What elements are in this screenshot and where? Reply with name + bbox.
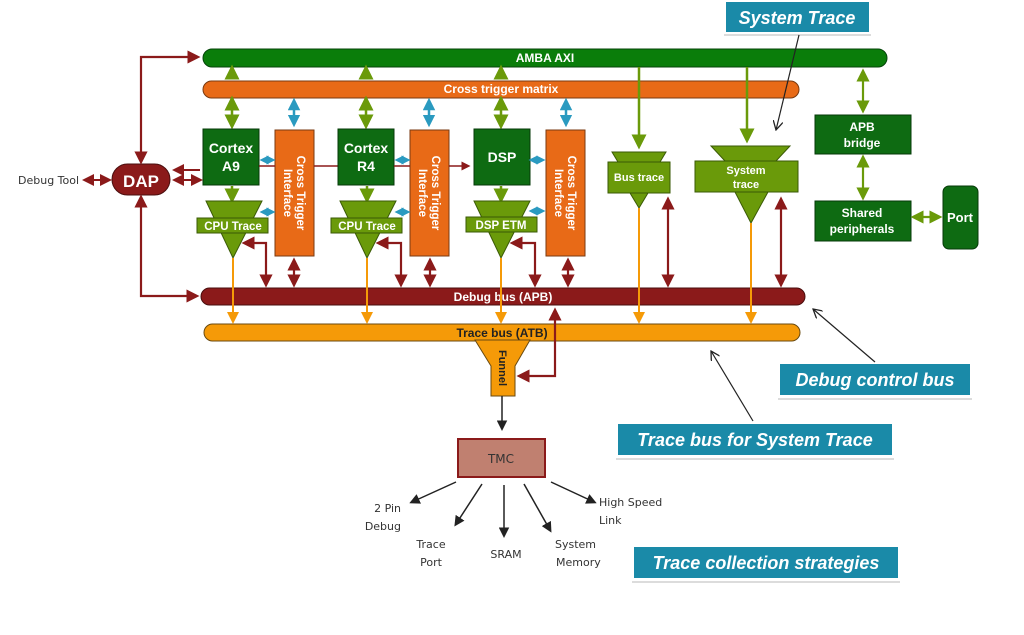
callout-trace-collection-text: Trace collection strategies (653, 553, 880, 573)
dap-label: DAP (123, 172, 159, 191)
callout-debug-control-bus-text: Debug control bus (796, 370, 955, 390)
apb-bridge-label-2: bridge (844, 136, 881, 150)
cti-r4-label-1: Cross Trigger (429, 156, 441, 231)
bus-trace-column: Bus trace (607, 67, 675, 324)
cortex-a9-label-2: A9 (222, 158, 240, 174)
cti-a9-label-1: Cross Trigger (294, 156, 306, 231)
cortex-r4-label-1: Cortex (344, 140, 389, 156)
callout-trace-bus-system-text: Trace bus for System Trace (637, 430, 872, 450)
port-label: Port (947, 210, 974, 225)
tmc-out-sysmem-1: System (555, 538, 596, 551)
dsp-label: DSP (488, 149, 517, 165)
shared-peripherals-label-2: peripherals (830, 222, 895, 236)
cpu-trace-r4-label: CPU Trace (338, 221, 396, 233)
system-trace-label-1: System (726, 165, 765, 177)
tmc-out-traceport-1: Trace (415, 538, 445, 551)
amba-axi-label: AMBA AXI (516, 51, 574, 65)
dap-block: DAP (111, 163, 171, 196)
dsp-etm-label: DSP ETM (476, 220, 527, 232)
tmc-out-2pin-1: 2 Pin (374, 502, 401, 515)
tmc-out-traceport-2: Port (420, 556, 442, 569)
core-column-a9: Cortex A9 CPU Trace Cross Trigger Interf… (196, 64, 315, 324)
cpu-trace-a9-label: CPU Trace (204, 221, 262, 233)
cti-dsp-label-2: Interface (552, 169, 564, 217)
debug-bus-label: Debug bus (APB) (454, 290, 553, 304)
cti-r4-label-2: Interface (416, 169, 428, 217)
tmc-label: TMC (487, 452, 514, 466)
callout-system-trace-text: System Trace (739, 8, 856, 28)
amba-axi-bus: AMBA AXI (202, 48, 888, 68)
bus-trace-label: Bus trace (614, 172, 664, 184)
cross-trigger-matrix-bus: Cross trigger matrix (202, 80, 800, 99)
callout-debug-control-bus: Debug control bus (778, 309, 972, 400)
trace-architecture-diagram: AMBA AXI Cross trigger matrix Debug bus … (18, 2, 979, 583)
tmc-out-highspeed-1: High Speed (599, 496, 662, 509)
core-column-dsp: DSP DSP ETM Cross Trigger Interface (465, 64, 586, 324)
cortex-r4-block (337, 128, 395, 186)
dap-debugbus-arrow (134, 194, 200, 303)
tmc-out-sram: SRAM (490, 548, 521, 561)
callout-trace-collection: Trace collection strategies (632, 547, 900, 583)
cortex-a9-block (202, 128, 260, 186)
dap-axi-arrow (134, 50, 201, 165)
debug-tool-label: Debug Tool (18, 174, 79, 187)
tmc-out-highspeed-2: Link (599, 514, 622, 527)
cti-a9-label-2: Interface (281, 169, 293, 217)
debug-bus: Debug bus (APB) (200, 287, 806, 306)
cortex-r4-label-2: R4 (357, 158, 375, 174)
tmc-out-2pin-2: Debug (365, 520, 401, 533)
system-trace-label-2: trace (733, 179, 759, 191)
shared-peripherals-label-1: Shared (842, 206, 883, 220)
trace-bus: Trace bus (ATB) (203, 323, 801, 342)
funnel-label: Funnel (496, 350, 508, 386)
tmc-out-sysmem-2: Memory (556, 556, 601, 569)
cortex-a9-label-1: Cortex (209, 140, 254, 156)
apb-peripherals-group: APB bridge Shared peripherals Port (814, 68, 979, 250)
cti-dsp-label-1: Cross Trigger (565, 156, 577, 231)
trace-bus-label: Trace bus (ATB) (456, 326, 547, 340)
core-column-r4: Cortex R4 CPU Trace Cross Trigger Interf… (330, 64, 450, 324)
apb-bridge-label-1: APB (849, 120, 875, 134)
cross-trigger-matrix-label: Cross trigger matrix (444, 82, 559, 96)
